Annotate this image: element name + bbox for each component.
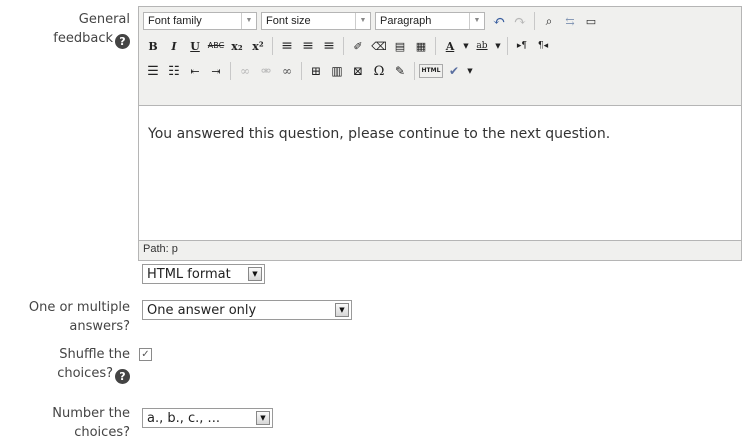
align-left-icon[interactable]: ≡	[277, 36, 297, 56]
toolbar-separator	[507, 37, 508, 55]
chevron-down-icon: ▼	[469, 13, 484, 29]
superscript-icon[interactable]: x²	[248, 36, 268, 56]
nolink-icon[interactable]: ⊠	[348, 61, 368, 81]
toolbar-separator	[230, 62, 231, 80]
undo-icon[interactable]: ↶	[489, 11, 509, 31]
chevron-down-icon: ▼	[248, 267, 262, 281]
toolbar-row-1: Font family ▼ Font size ▼ Paragraph ▼ ↶ ↷ ⌕…	[143, 10, 602, 32]
bold-icon[interactable]: B	[143, 36, 163, 56]
chevron-down-icon: ▼	[256, 411, 270, 425]
underline-icon[interactable]: U	[185, 36, 205, 56]
format-select[interactable]: HTML format ▼	[142, 264, 265, 284]
toolbar-separator	[343, 37, 344, 55]
numbering-label-line2: choices?	[74, 425, 130, 440]
paste-text-icon[interactable]: ▤	[390, 36, 410, 56]
fullscreen-icon[interactable]: ▭	[581, 11, 601, 31]
paragraph-label: Paragraph	[380, 15, 432, 27]
chevron-down-icon: ▼	[335, 303, 349, 317]
chevron-down-icon[interactable]: ▼	[493, 36, 503, 56]
bullet-list-icon[interactable]: ☰	[143, 61, 163, 81]
highlight-color-icon[interactable]: ab	[472, 36, 492, 56]
help-icon[interactable]: ?	[115, 369, 130, 384]
answers-select[interactable]: One answer only ▼	[142, 300, 352, 320]
cleanup-icon[interactable]: ✐	[348, 36, 368, 56]
feedback-editor: Font family ▼ Font size ▼ Paragraph ▼ ↶ ↷ ⌕…	[138, 6, 742, 261]
numbered-list-icon[interactable]: ☷	[164, 61, 184, 81]
answers-label-line1: One or multiple	[28, 300, 130, 315]
find-icon[interactable]: ⌕	[539, 11, 559, 31]
shuffle-label-line1: Shuffle the	[59, 347, 130, 362]
outdent-icon[interactable]: ⇤	[185, 61, 205, 81]
ltr-icon[interactable]: ▸¶	[512, 36, 532, 56]
answers-label: One or multiple answers?	[29, 298, 130, 336]
editor-path-bar: Path: p	[143, 243, 178, 255]
general-feedback-label: General feedback?	[53, 10, 130, 49]
general-feedback-label-line2: feedback	[53, 31, 113, 46]
answers-label-line2: answers?	[69, 319, 130, 334]
image-icon[interactable]: ⊞	[306, 61, 326, 81]
numbering-select[interactable]: a., b., c., ... ▼	[142, 408, 273, 428]
paste-word-icon[interactable]: ▦	[411, 36, 431, 56]
shuffle-checkbox[interactable]: ✓	[139, 348, 152, 361]
rtl-icon[interactable]: ¶◂	[533, 36, 553, 56]
html-source-button[interactable]: HTML	[419, 64, 443, 78]
font-family-select[interactable]: Font family ▼	[143, 12, 257, 30]
numbering-label: Number the choices?	[52, 404, 130, 442]
font-family-label: Font family	[148, 15, 202, 27]
chevron-down-icon[interactable]: ▼	[461, 36, 471, 56]
indent-icon[interactable]: ⇥	[206, 61, 226, 81]
chevron-down-icon: ▼	[241, 13, 256, 29]
text-color-icon[interactable]: A	[440, 36, 460, 56]
paragraph-select[interactable]: Paragraph ▼	[375, 12, 485, 30]
feedback-content-text: You answered this question, please conti…	[148, 126, 611, 142]
media-icon[interactable]: ▥	[327, 61, 347, 81]
shuffle-label: Shuffle the choices??	[57, 345, 130, 384]
help-icon[interactable]: ?	[115, 34, 130, 49]
font-size-select[interactable]: Font size ▼	[261, 12, 371, 30]
answers-select-value: One answer only	[147, 302, 257, 318]
moodle-link-icon[interactable]: ∞	[277, 61, 297, 81]
link-icon[interactable]: ∞	[235, 61, 255, 81]
special-char-icon[interactable]: Ω	[369, 61, 389, 81]
toolbar-row-3: ☰ ☷ ⇤ ⇥ ∞ ⚮ ∞ ⊞ ▥ ⊠ Ω ✎ HTML ✔ ▼	[143, 60, 476, 82]
toolbar-separator	[435, 37, 436, 55]
format-select-value: HTML format	[147, 266, 231, 282]
remove-format-icon[interactable]: ⌫	[369, 36, 389, 56]
numbering-select-value: a., b., c., ...	[147, 410, 220, 426]
numbering-label-line1: Number the	[52, 406, 130, 421]
chevron-down-icon[interactable]: ▼	[465, 61, 475, 81]
find-replace-icon[interactable]: ⇆	[560, 11, 580, 31]
toolbar-separator	[301, 62, 302, 80]
spellcheck-icon[interactable]: ✔	[444, 61, 464, 81]
toolbar-row-2: B I U ABC x₂ x² ≡ ≡ ≡ ✐ ⌫ ▤ ▦ A ▼ ab ▼ ▸…	[143, 35, 554, 57]
toolbar-separator	[534, 12, 535, 30]
strikethrough-icon[interactable]: ABC	[206, 36, 226, 56]
align-right-icon[interactable]: ≡	[319, 36, 339, 56]
edit-icon[interactable]: ✎	[390, 61, 410, 81]
redo-icon[interactable]: ↷	[510, 11, 530, 31]
shuffle-label-line2: choices?	[57, 366, 113, 381]
toolbar-separator	[414, 62, 415, 80]
font-size-label: Font size	[266, 15, 311, 27]
unlink-icon[interactable]: ⚮	[256, 61, 276, 81]
align-center-icon[interactable]: ≡	[298, 36, 318, 56]
chevron-down-icon: ▼	[355, 13, 370, 29]
general-feedback-label-line1: General	[78, 12, 130, 27]
italic-icon[interactable]: I	[164, 36, 184, 56]
editor-content-area[interactable]: You answered this question, please conti…	[139, 105, 741, 241]
toolbar-separator	[272, 37, 273, 55]
subscript-icon[interactable]: x₂	[227, 36, 247, 56]
